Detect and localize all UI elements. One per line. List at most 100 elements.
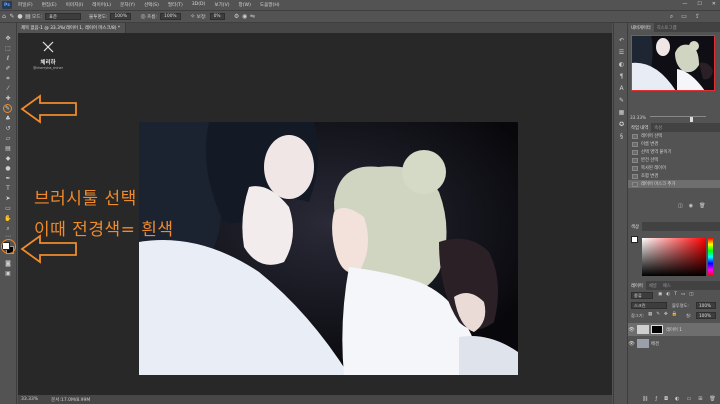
history-item[interactable]: 레이어 선택 bbox=[628, 132, 720, 140]
tab-color[interactable]: 색상 bbox=[628, 222, 642, 231]
adjustments-icon[interactable]: ◐ bbox=[617, 60, 626, 68]
marquee-tool-icon[interactable]: ⬚ bbox=[3, 44, 13, 53]
history-item[interactable]: 선택 영역 붙이기 bbox=[628, 148, 720, 156]
new-layer-icon[interactable]: ⊞ bbox=[698, 396, 702, 402]
menu-type[interactable]: 문자(Y) bbox=[120, 2, 135, 8]
history-item[interactable]: 이름 변경 bbox=[628, 140, 720, 148]
hand-tool-icon[interactable]: ✋ bbox=[3, 214, 13, 223]
move-tool-icon[interactable]: ✥ bbox=[3, 34, 13, 43]
navigator-view-frame[interactable] bbox=[631, 35, 715, 91]
type-tool-icon[interactable]: T bbox=[3, 184, 13, 193]
navigator-zoom-value[interactable]: 33.33% bbox=[630, 115, 646, 120]
history-item[interactable]: 복사된 레이어 bbox=[628, 164, 720, 172]
folder-icon[interactable]: ▭ bbox=[686, 396, 691, 402]
tab-channels[interactable]: 채널 bbox=[646, 281, 660, 290]
blur-tool-icon[interactable]: ◆ bbox=[3, 154, 13, 163]
brush-tool-icon[interactable]: ✎ bbox=[3, 104, 12, 113]
lasso-tool-icon[interactable]: ℓ bbox=[3, 54, 13, 63]
filter-smart-icon[interactable]: ◫ bbox=[689, 292, 693, 297]
share-icon[interactable]: ⇪ bbox=[695, 13, 700, 21]
smoothing-input[interactable]: 0% bbox=[209, 13, 225, 20]
character-icon[interactable]: A bbox=[617, 84, 626, 92]
quick-select-tool-icon[interactable]: ✐ bbox=[3, 64, 13, 73]
document-tab[interactable]: 제목 없음-1 @ 33.3%(레이어 1, 레이어 마스크/8) * bbox=[18, 23, 126, 33]
pressure-opacity-icon[interactable]: ◎ bbox=[139, 13, 147, 21]
minimize-button[interactable]: — bbox=[682, 1, 687, 7]
path-select-tool-icon[interactable]: ➤ bbox=[3, 194, 13, 203]
pen-tool-icon[interactable]: ✒ bbox=[3, 174, 13, 183]
history-panel-icon[interactable]: ↶ bbox=[617, 36, 626, 44]
canvas-area[interactable] bbox=[18, 33, 612, 395]
workspace-icon[interactable]: ▭ bbox=[681, 13, 687, 21]
quick-mask-icon[interactable]: ◙ bbox=[3, 259, 13, 268]
filter-adjust-icon[interactable]: ◐ bbox=[666, 292, 670, 297]
styles-icon[interactable]: ✪ bbox=[617, 120, 626, 128]
fill-input[interactable]: 100% bbox=[696, 312, 716, 319]
trash-icon[interactable]: 🗑 bbox=[709, 396, 715, 402]
lock-all-icon[interactable]: 🔒 bbox=[672, 312, 678, 317]
layer-mask-thumbnail[interactable] bbox=[651, 325, 663, 334]
layer-name[interactable]: 배경 bbox=[651, 341, 659, 347]
filter-shape-icon[interactable]: ▭ bbox=[681, 292, 685, 297]
color-fg-swatch[interactable] bbox=[631, 236, 638, 243]
fx-icon[interactable]: ƒ bbox=[655, 396, 657, 402]
history-item[interactable]: 조합 변경 bbox=[628, 172, 720, 180]
menu-image[interactable]: 이미지(I) bbox=[66, 2, 84, 8]
menu-view[interactable]: 보기(V) bbox=[214, 2, 229, 8]
history-item-selected[interactable]: 레이어 마스크 추가 bbox=[628, 180, 720, 188]
trash-icon[interactable]: 🗑 bbox=[699, 203, 705, 209]
brushes-icon[interactable]: ✎ bbox=[617, 96, 626, 104]
mode-select[interactable]: 표준 bbox=[45, 13, 82, 20]
tab-histogram[interactable]: 히스토그램 bbox=[654, 23, 680, 32]
gear-icon[interactable]: ⚙ bbox=[233, 13, 241, 21]
glyphs-icon[interactable]: § bbox=[617, 132, 626, 140]
opacity-input[interactable]: 100% bbox=[110, 13, 132, 20]
menu-file[interactable]: 파일(F) bbox=[18, 2, 33, 8]
status-zoom[interactable]: 33.33% bbox=[21, 397, 38, 402]
tab-navigator[interactable]: 내비게이터 bbox=[628, 23, 654, 32]
lock-paint-icon[interactable]: ✎ bbox=[656, 312, 660, 317]
blend-mode-select[interactable]: 스크린 bbox=[631, 302, 667, 309]
navigator-zoom-slider[interactable] bbox=[650, 116, 706, 122]
dodge-tool-icon[interactable]: ● bbox=[3, 164, 13, 173]
symmetry-icon[interactable]: ⇋ bbox=[249, 13, 257, 21]
tab-paths[interactable]: 패스 bbox=[660, 281, 674, 290]
menu-3d[interactable]: 3D(D) bbox=[192, 2, 206, 8]
spot-heal-tool-icon[interactable]: ✚ bbox=[3, 94, 13, 103]
menu-select[interactable]: 선택(S) bbox=[144, 2, 159, 8]
mask-icon[interactable]: ◘ bbox=[664, 396, 668, 402]
tab-history[interactable]: 작업 내역 bbox=[628, 123, 652, 132]
color-spectrum-field[interactable] bbox=[642, 238, 706, 276]
layer-row-background[interactable]: 👁 배경 bbox=[628, 337, 720, 350]
eyedropper-tool-icon[interactable]: ⁄ bbox=[3, 84, 13, 93]
visibility-eye-icon[interactable]: 👁 bbox=[628, 341, 635, 347]
visibility-eye-icon[interactable]: 👁 bbox=[628, 327, 635, 333]
filter-type-icon[interactable]: T bbox=[674, 292, 677, 297]
rectangle-tool-icon[interactable]: ▭ bbox=[3, 204, 13, 213]
tab-layers[interactable]: 레이어 bbox=[628, 281, 646, 290]
menu-filter[interactable]: 필터(T) bbox=[168, 2, 183, 8]
navigator-zoom-knob[interactable] bbox=[690, 117, 693, 122]
layer-row-layer1[interactable]: 👁 레이어 1 bbox=[628, 323, 720, 336]
menu-window[interactable]: 창(W) bbox=[239, 2, 251, 8]
eraser-tool-icon[interactable]: ▱ bbox=[3, 134, 13, 143]
tab-properties[interactable]: 속성 bbox=[651, 123, 665, 132]
hue-slider[interactable] bbox=[708, 238, 713, 276]
layer-kind-filter[interactable]: 종류 bbox=[631, 292, 653, 299]
filter-pixel-icon[interactable]: ▣ bbox=[658, 292, 662, 297]
menu-edit[interactable]: 편집(E) bbox=[42, 2, 57, 8]
navigator-thumbnail[interactable] bbox=[631, 35, 715, 91]
menu-layer[interactable]: 레이어(L) bbox=[92, 2, 111, 8]
camera-icon[interactable]: ◉ bbox=[689, 203, 693, 209]
screen-mode-icon[interactable]: ▣ bbox=[3, 269, 13, 278]
search-icon[interactable]: ⌕ bbox=[670, 13, 673, 21]
paragraph-icon[interactable]: ¶ bbox=[617, 72, 626, 80]
clone-stamp-tool-icon[interactable]: ♣ bbox=[3, 114, 13, 123]
brush-settings-icon[interactable]: ▤ bbox=[24, 13, 32, 21]
pressure-size-icon[interactable]: ◉ bbox=[241, 13, 249, 21]
link-icon[interactable]: ⛓ bbox=[642, 396, 648, 402]
layer-name[interactable]: 레이어 1 bbox=[666, 327, 682, 333]
brush-size-icon[interactable]: ● bbox=[16, 13, 24, 21]
history-brush-tool-icon[interactable]: ↺ bbox=[3, 124, 13, 133]
swatches-icon[interactable]: ▦ bbox=[617, 108, 626, 116]
